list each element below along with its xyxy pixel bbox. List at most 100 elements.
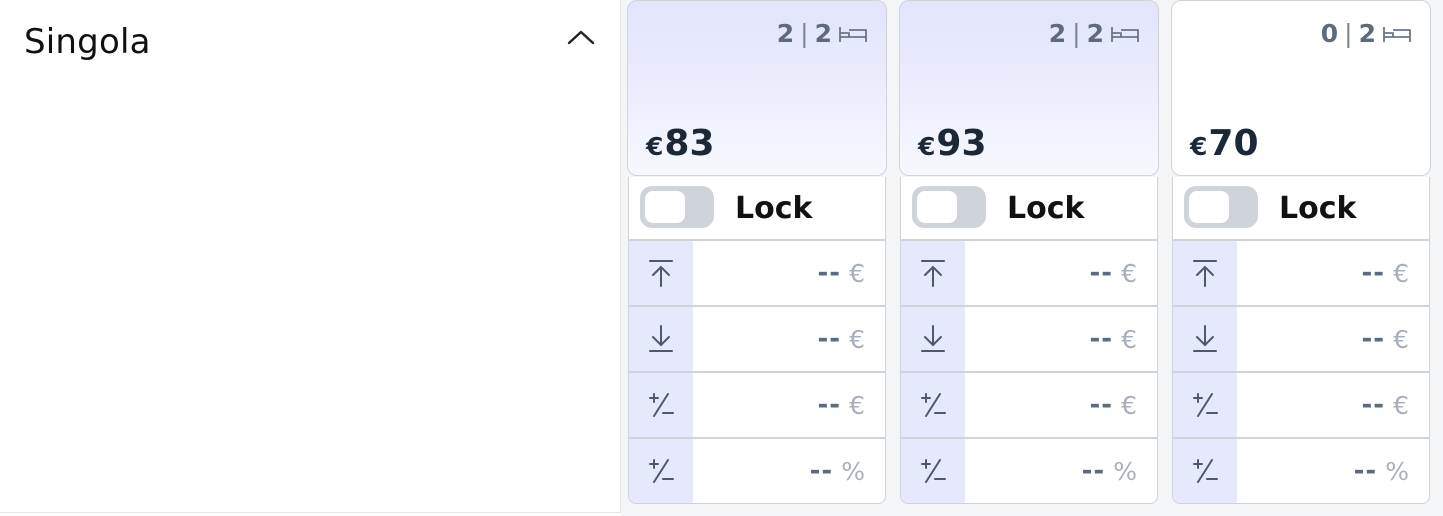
toggle-knob [645,191,685,223]
availability-indicator: 2 | 2 [777,19,868,48]
rule-icon-cell [901,373,965,437]
day-price: €93 [918,123,987,164]
rule-unit: € [1393,390,1409,420]
lock-label: Lock [1279,191,1357,226]
max-price-row: -- € [901,241,1157,307]
min-price-input[interactable]: -- € [1237,307,1429,371]
offset-amount-input[interactable]: -- € [965,373,1157,437]
rule-unit: € [1393,324,1409,354]
toggle-knob [917,191,957,223]
arrow-up-to-line-icon [1193,260,1217,287]
availability-indicator: 0 | 2 [1321,19,1412,48]
plus-minus-icon [1193,459,1218,483]
availability-booked: 2 [776,19,795,48]
day-header[interactable]: 2 | 2 €93 [899,0,1159,176]
arrow-up-to-line-icon [921,260,945,287]
max-price-input[interactable]: -- € [1237,241,1429,305]
lock-label: Lock [1007,191,1085,226]
rule-value: -- [1089,258,1114,288]
rule-unit: % [841,456,865,486]
rule-icon-cell [901,241,965,305]
bed-icon [839,26,867,42]
offset-amount-row: -- € [901,373,1157,439]
rule-unit: € [1393,258,1409,288]
availability-total: 2 [1086,19,1104,48]
rule-icon-cell [1173,373,1237,437]
plus-minus-icon [649,393,674,417]
max-price-input[interactable]: -- € [965,241,1157,305]
availability-booked: 2 [1048,19,1067,48]
rule-icon-cell [1173,307,1237,371]
rule-unit: € [849,258,865,288]
rule-value: -- [809,456,834,486]
arrow-down-to-line-icon [649,325,673,352]
rule-unit: € [1121,324,1137,354]
rule-value: -- [1361,258,1386,288]
rule-icon-cell [1173,439,1237,503]
offset-percent-row: --% [629,439,885,503]
bed-icon [1111,26,1139,42]
offset-amount-row: -- € [629,373,885,439]
rule-icon-cell [1173,241,1237,305]
rule-icon-cell [901,439,965,503]
currency-symbol: € [646,132,664,161]
max-price-row: -- € [629,241,885,307]
day-header[interactable]: 0 | 2 €70 [1171,0,1431,176]
offset-amount-input[interactable]: -- € [1237,373,1429,437]
offset-amount-input[interactable]: -- € [693,373,885,437]
offset-percent-input[interactable]: --% [693,439,885,503]
lock-toggle[interactable] [912,186,986,228]
min-price-input[interactable]: -- € [965,307,1157,371]
lock-toggle[interactable] [1184,186,1258,228]
max-price-input[interactable]: -- € [693,241,885,305]
availability-booked: 0 [1320,19,1339,48]
rate-grid: 2 | 2 €83 Lock -- € -- € -- € -- % 2 | 2… [621,0,1443,516]
availability-indicator: 2 | 2 [1049,19,1140,48]
day-header[interactable]: 2 | 2 €83 [627,0,887,176]
availability-separator: | [1344,19,1353,48]
rule-icon-cell [629,373,693,437]
rule-value: -- [1089,390,1114,420]
rule-unit: € [849,390,865,420]
day-price: €83 [646,123,715,164]
room-type-panel: Singola [0,0,621,513]
rule-value: -- [1353,456,1378,486]
collapse-button[interactable] [562,18,600,56]
rule-icon-cell [629,307,693,371]
arrow-down-to-line-icon [921,325,945,352]
rule-value: -- [1361,390,1386,420]
offset-percent-row: --% [1173,439,1429,503]
lock-toggle[interactable] [640,186,714,228]
lock-row: Lock [1173,177,1429,241]
offset-percent-input[interactable]: --% [1237,439,1429,503]
rule-icon-cell [901,307,965,371]
toggle-knob [1189,191,1229,223]
max-price-row: -- € [1173,241,1429,307]
min-price-row: -- € [629,307,885,373]
price-value: 70 [1208,123,1259,164]
offset-amount-row: -- € [1173,373,1429,439]
min-price-input[interactable]: -- € [693,307,885,371]
lock-row: Lock [901,177,1157,241]
arrow-down-to-line-icon [1193,325,1217,352]
rule-unit: € [849,324,865,354]
rule-unit: € [1121,258,1137,288]
availability-separator: | [1072,19,1081,48]
rule-value: -- [1081,456,1106,486]
arrow-up-to-line-icon [649,260,673,287]
plus-minus-icon [649,459,674,483]
chevron-up-icon [567,30,595,45]
min-price-row: -- € [1173,307,1429,373]
plus-minus-icon [921,393,946,417]
rule-value: -- [817,258,842,288]
price-value: 83 [664,123,715,164]
rule-value: -- [817,390,842,420]
day-rules: Lock -- € -- € -- € -- % [1172,177,1430,504]
day-price: €70 [1190,123,1259,164]
rule-value: -- [1089,324,1114,354]
price-value: 93 [936,123,987,164]
offset-percent-input[interactable]: --% [965,439,1157,503]
offset-percent-row: --% [901,439,1157,503]
availability-total: 2 [1358,19,1376,48]
rule-icon-cell [629,439,693,503]
